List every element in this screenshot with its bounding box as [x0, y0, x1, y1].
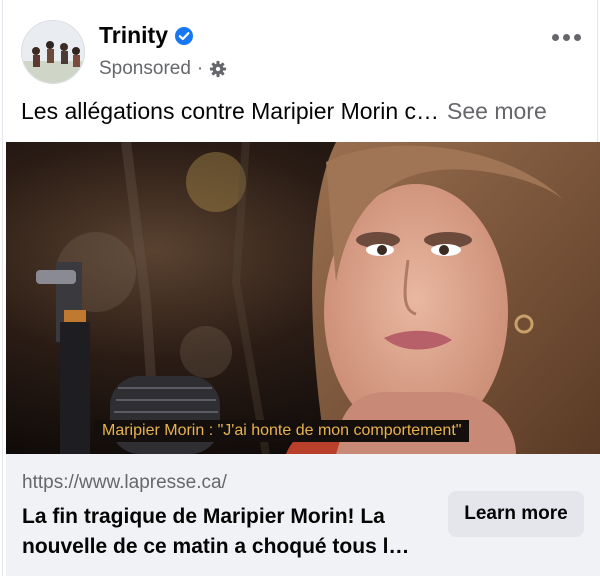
- sponsored-label[interactable]: Sponsored: [99, 58, 191, 80]
- post-image[interactable]: Maripier Morin : "J'ai honte de mon comp…: [6, 142, 600, 454]
- post-header: Trinity Sponsored ·: [21, 18, 583, 88]
- more-options-icon[interactable]: [549, 24, 583, 50]
- link-url[interactable]: https://www.lapresse.ca/: [22, 472, 227, 494]
- meta-separator: ·: [196, 58, 204, 79]
- page-avatar[interactable]: [21, 20, 85, 84]
- post-text-content: Les allégations contre Maripier Morin c…: [21, 98, 440, 124]
- link-preview[interactable]: https://www.lapresse.ca/ La fin tragique…: [6, 454, 600, 576]
- page-name[interactable]: Trinity: [99, 22, 194, 49]
- gear-icon[interactable]: [209, 60, 227, 78]
- video-caption: Maripier Morin : "J'ai honte de mon comp…: [94, 420, 470, 442]
- post-text: Les allégations contre Maripier Morin c……: [21, 98, 579, 125]
- post-meta: Sponsored ·: [99, 58, 227, 80]
- link-title[interactable]: La fin tragique de Maripier Morin! La no…: [22, 502, 432, 562]
- page-name-label[interactable]: Trinity: [99, 22, 168, 49]
- sponsored-post-card: Trinity Sponsored · Les allégations cont…: [2, 0, 600, 576]
- verified-badge-icon: [175, 26, 194, 45]
- see-more-link[interactable]: See more: [447, 98, 547, 125]
- learn-more-button[interactable]: Learn more: [448, 491, 584, 537]
